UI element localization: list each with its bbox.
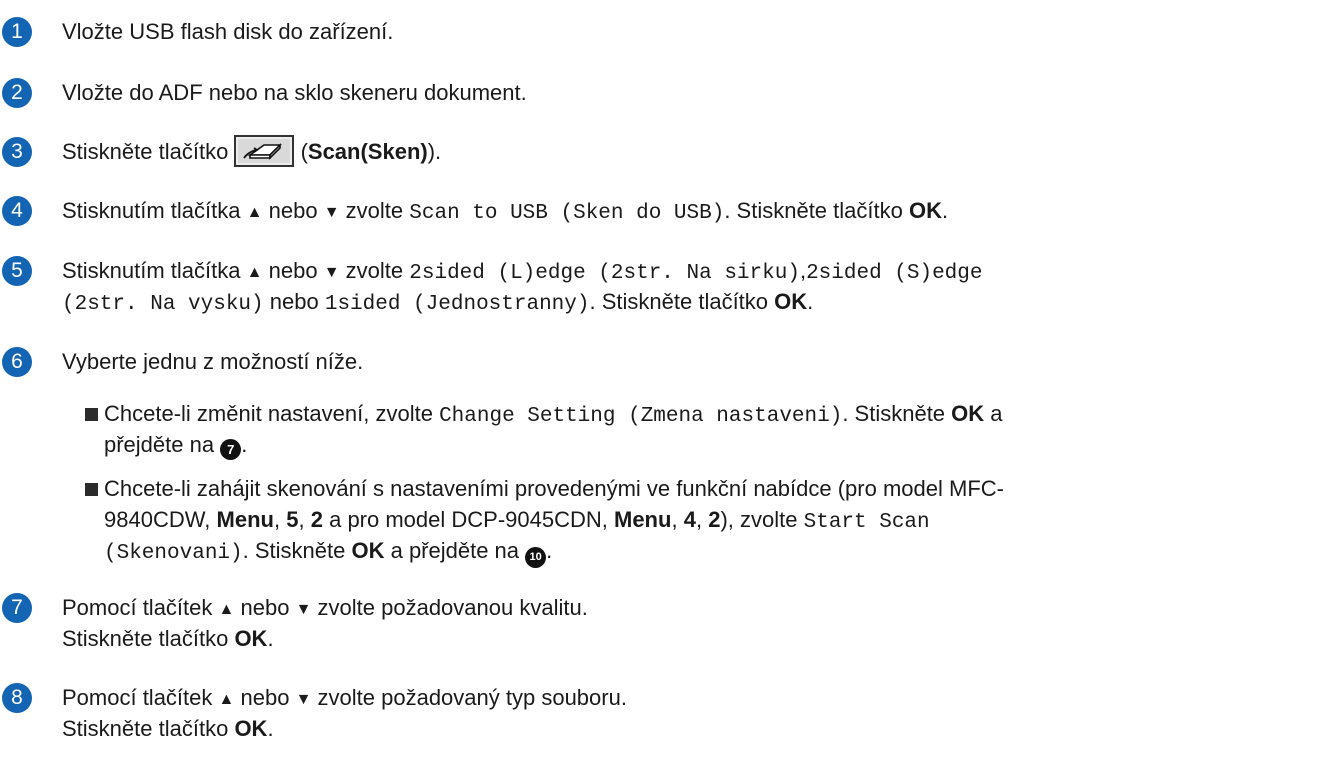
step-text: Stisknutím tlačítka ▲ nebo ▼ zvolte Scan… [62, 198, 949, 225]
step-text: Vložte USB flash disk do zařízení. [62, 19, 394, 44]
step-number: 5 [2, 256, 32, 286]
step-ref-icon: 7 [220, 439, 242, 460]
step-number: 2 [2, 78, 32, 108]
down-arrow-icon: ▼ [323, 204, 340, 221]
step-number: 4 [2, 196, 32, 226]
down-arrow-icon: ▼ [295, 691, 312, 708]
step-text-line-2: Stiskněte tlačítko OK. [62, 626, 274, 651]
bullet-icon [85, 408, 98, 421]
up-arrow-icon: ▲ [246, 264, 263, 281]
up-arrow-icon: ▲ [218, 691, 235, 708]
step-text: Vyberte jednu z možností níže. [62, 349, 364, 374]
option-text-line-1: Chcete-li zahájit skenování s nastavením… [104, 476, 1004, 501]
down-arrow-icon: ▼ [323, 264, 340, 281]
step-number: 8 [2, 683, 32, 713]
option-text-line-2: přejděte na 7. [104, 431, 247, 460]
option-text-line-2: 9840CDW, Menu, 5, 2 a pro model DCP-9045… [104, 507, 930, 534]
step-text-line-1: Pomocí tlačítek ▲ nebo ▼ zvolte požadova… [62, 685, 627, 710]
bullet-icon [85, 483, 98, 496]
step-text-line-1: Stisknutím tlačítka ▲ nebo ▼ zvolte 2sid… [62, 258, 983, 285]
step-text-line-1: Pomocí tlačítek ▲ nebo ▼ zvolte požadova… [62, 595, 588, 620]
up-arrow-icon: ▲ [218, 601, 235, 618]
down-arrow-icon: ▼ [295, 601, 312, 618]
scan-key-icon [234, 135, 295, 167]
step-number: 3 [2, 137, 32, 167]
step-text: Vložte do ADF nebo na sklo skeneru dokum… [62, 80, 527, 105]
step-text-line-2: Stiskněte tlačítko OK. [62, 716, 274, 741]
up-arrow-icon: ▲ [246, 204, 263, 221]
step-number: 1 [2, 17, 32, 47]
option-text-line-3: (Skenovani). Stiskněte OK a přejděte na … [104, 537, 552, 568]
step-text: Stiskněte tlačítko (Scan(Sken)). [62, 135, 441, 169]
step-text-line-2: (2str. Na vysku) nebo 1sided (Jednostran… [62, 289, 814, 316]
step-number: 6 [2, 347, 32, 377]
step-number: 7 [2, 593, 32, 623]
option-text-line-1: Chcete-li změnit nastavení, zvolte Chang… [104, 401, 1003, 428]
step-ref-icon: 10 [525, 547, 547, 568]
